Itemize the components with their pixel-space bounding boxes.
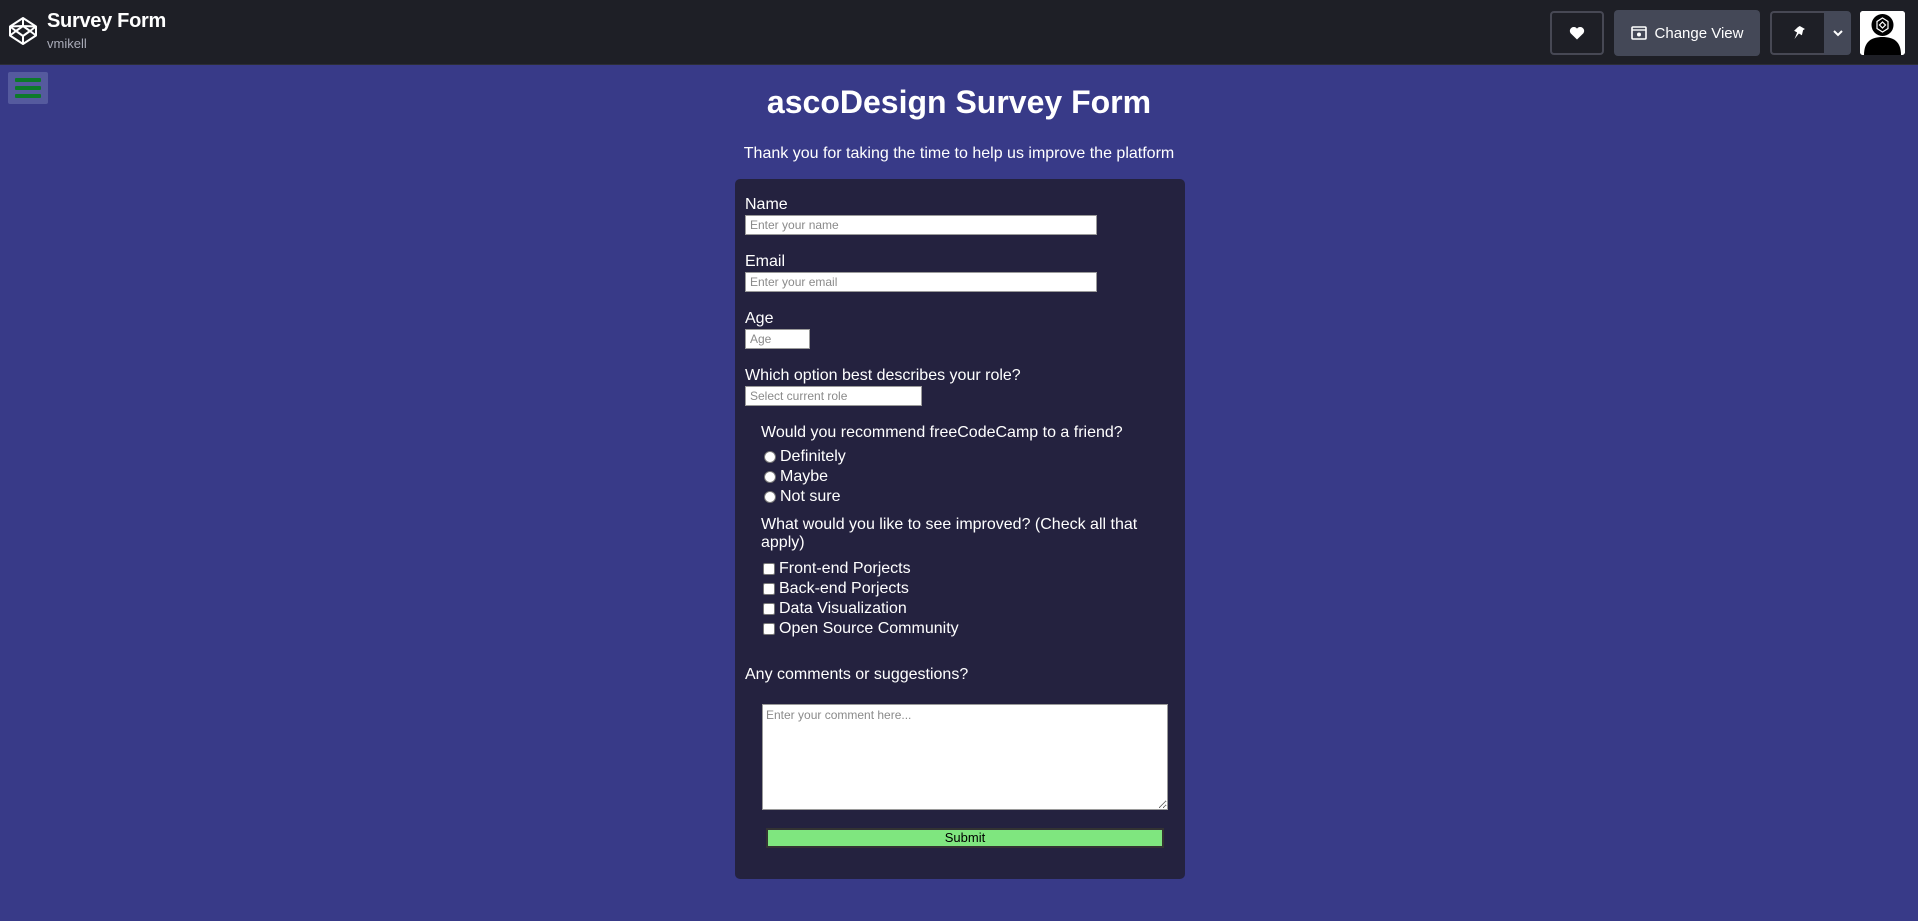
hamburger-bar (15, 78, 41, 82)
checkbox-option-label: Back-end Porjects (779, 580, 909, 597)
top-bar: Survey Form vmikell Change View (0, 0, 1918, 65)
email-label: Email (745, 253, 786, 270)
role-select[interactable] (745, 386, 922, 406)
like-button[interactable] (1550, 11, 1604, 55)
checkbox-option-label: Front-end Porjects (779, 560, 911, 577)
age-label: Age (745, 310, 774, 327)
role-label: Which option best describes your role? (745, 367, 1021, 384)
age-input[interactable] (745, 329, 810, 349)
radio-option-label: Definitely (780, 448, 846, 465)
checkbox[interactable] (763, 603, 775, 615)
checkbox-option-frontend[interactable]: Front-end Porjects (763, 560, 911, 578)
radio-option-definitely[interactable]: Definitely (764, 448, 846, 466)
checkbox-option-backend[interactable]: Back-end Porjects (763, 580, 909, 598)
codepen-logo-icon[interactable] (7, 15, 39, 47)
radio-option-label: Not sure (780, 488, 841, 505)
heart-icon (1569, 26, 1585, 40)
radio-option-maybe[interactable]: Maybe (764, 468, 828, 486)
pen-title[interactable]: Survey Form (47, 10, 166, 33)
radio-option-label: Maybe (780, 468, 829, 485)
survey-form: Name Email Age Which option best describ… (735, 179, 1185, 879)
eye-window-icon (1630, 26, 1647, 40)
checkbox[interactable] (763, 583, 775, 595)
recommend-question: Would you recommend freeCodeCamp to a fr… (761, 424, 1123, 441)
checkbox-option-label: Data Visualization (779, 600, 907, 617)
pin-dropdown-button[interactable] (1824, 11, 1851, 55)
page-description: Thank you for taking the time to help us… (743, 145, 1175, 162)
checkbox-option-label: Open Source Community (779, 620, 959, 637)
pin-icon (1794, 25, 1805, 40)
pen-author[interactable]: vmikell (47, 36, 87, 51)
radio-button[interactable] (764, 471, 776, 483)
email-input[interactable] (745, 272, 1097, 292)
chevron-down-icon (1832, 30, 1843, 37)
name-input[interactable] (745, 215, 1097, 235)
change-view-label: Change View (1654, 24, 1744, 42)
radio-option-not-sure[interactable]: Not sure (764, 488, 840, 506)
checkbox[interactable] (763, 623, 775, 635)
change-view-button[interactable]: Change View (1614, 10, 1760, 56)
checkbox-option-data-visualization[interactable]: Data Visualization (763, 600, 907, 618)
user-avatar-icon (1860, 11, 1905, 55)
avatar[interactable] (1860, 11, 1905, 55)
name-label: Name (745, 196, 788, 213)
pin-button[interactable] (1770, 11, 1824, 55)
checkbox[interactable] (763, 563, 775, 575)
comments-label: Any comments or suggestions? (745, 666, 969, 683)
checkbox-option-open-source[interactable]: Open Source Community (763, 620, 959, 638)
improve-question: What would you like to see improved? (Ch… (761, 516, 1138, 551)
radio-button[interactable] (764, 451, 776, 463)
submit-button[interactable]: Submit (766, 828, 1164, 848)
radio-button[interactable] (764, 491, 776, 503)
comments-textarea[interactable] (762, 704, 1168, 810)
page-title: ascoDesign Survey Form (766, 84, 1152, 120)
